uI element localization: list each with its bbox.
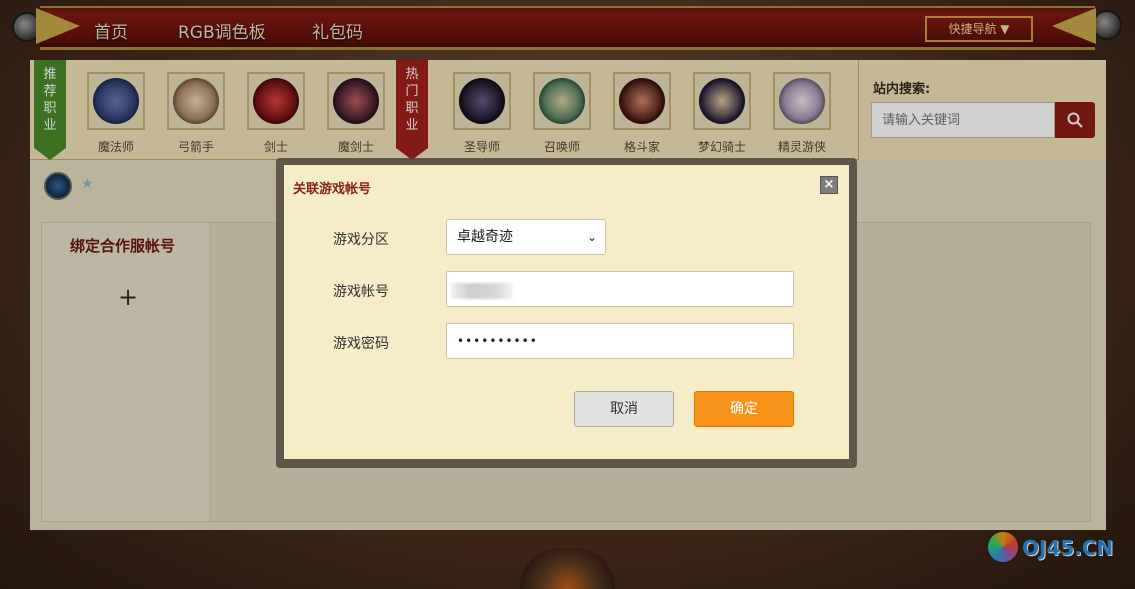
- dialog-title: 关联游戏帐号: [293, 182, 372, 197]
- chevron-down-icon: ⌄: [586, 230, 597, 244]
- zone-select[interactable]: 卓越奇迹 ⌄: [446, 219, 606, 255]
- account-input[interactable]: [446, 271, 794, 307]
- confirm-button[interactable]: 确定: [694, 391, 794, 427]
- redacted-account-value: [451, 283, 513, 299]
- password-input[interactable]: ••••••••••: [446, 323, 794, 359]
- account-label: 游戏帐号: [333, 284, 389, 300]
- close-button[interactable]: ×: [820, 176, 838, 194]
- password-label: 游戏密码: [333, 336, 389, 352]
- zone-select-value: 卓越奇迹: [457, 229, 513, 245]
- zone-label: 游戏分区: [333, 232, 389, 248]
- cancel-button[interactable]: 取消: [574, 391, 674, 427]
- link-account-dialog: 关联游戏帐号 × 游戏分区 卓越奇迹 ⌄ 游戏帐号 游戏密码 •••••••••…: [284, 165, 849, 459]
- password-value: ••••••••••: [457, 334, 538, 348]
